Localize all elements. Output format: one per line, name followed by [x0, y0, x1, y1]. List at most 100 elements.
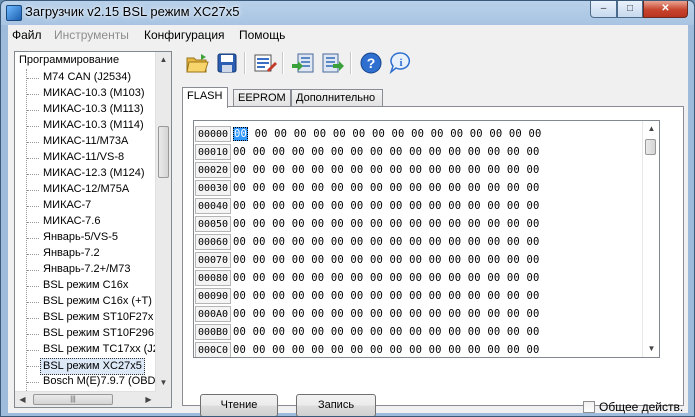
close-button[interactable]: ✕: [643, 1, 688, 18]
tree-item[interactable]: Январь-7.2: [41, 246, 102, 261]
tab-additional[interactable]: Дополнительно: [291, 89, 383, 106]
hex-row: 00030 00 00 00 00 00 00 00 00 00 00 00 00…: [194, 179, 540, 197]
tree-horizontal-scrollbar[interactable]: ◀ ||| ▶: [15, 391, 156, 407]
hex-bytes[interactable]: 00 00 00 00 00 00 00 00 00 00 00 00 00 0…: [233, 326, 540, 338]
hex-bytes[interactable]: 00 00 00 00 00 00 00 00 00 00 00 00 00 0…: [233, 146, 540, 158]
read-button[interactable]: Чтение: [200, 394, 278, 416]
tree-item[interactable]: Bosch M(E)7.9.7 (OBDII): [41, 374, 167, 389]
help-icon[interactable]: ?: [358, 50, 384, 76]
tree-item[interactable]: МИКАС-11/VS-8: [41, 150, 126, 165]
hex-address: 00090: [195, 288, 231, 304]
tree-hscroll-thumb[interactable]: |||: [33, 394, 113, 405]
tree-item[interactable]: Январь-5/VS-5: [41, 230, 120, 245]
maximize-button[interactable]: □: [617, 1, 643, 18]
svg-text:?: ?: [367, 55, 376, 71]
tree-connector-tick: [27, 142, 39, 143]
tree-item[interactable]: МИКАС-7.6: [41, 214, 102, 229]
hex-bytes[interactable]: 00 00 00 00 00 00 00 00 00 00 00 00 00 0…: [233, 182, 540, 194]
hex-bytes[interactable]: 00 00 00 00 00 00 00 00 00 00 00 00 00 0…: [233, 236, 540, 248]
tree-item[interactable]: BSL режим ST10F296: [41, 326, 156, 341]
hex-row: 00090 00 00 00 00 00 00 00 00 00 00 00 00…: [194, 287, 540, 305]
tree-vertical-scrollbar[interactable]: ▲ ▼: [155, 52, 171, 407]
tree-connector-tick: [27, 78, 39, 79]
menu-configuration[interactable]: Конфигурация: [144, 28, 225, 42]
hex-scroll-thumb[interactable]: [645, 139, 656, 155]
hex-address: 00040: [195, 198, 231, 214]
read-ecu-icon[interactable]: [290, 50, 316, 76]
tree-connector-tick: [27, 350, 39, 351]
tree-item[interactable]: МИКАС-7: [41, 198, 93, 213]
menu-help[interactable]: Помощь: [239, 28, 285, 42]
settings-dialog-icon[interactable]: [252, 50, 278, 76]
info-icon[interactable]: i: [388, 50, 414, 76]
tree-connector-tick: [27, 94, 39, 95]
tree-connector-tick: [27, 254, 39, 255]
tree-item[interactable]: МИКАС-10.3 (M103): [41, 86, 147, 101]
tree-item[interactable]: МИКАС-10.3 (M114): [41, 118, 146, 133]
tree-item[interactable]: МИКАС-11/M73A: [41, 134, 130, 149]
tree-connector-tick: [27, 382, 39, 383]
hex-bytes[interactable]: 00 00 00 00 00 00 00 00 00 00 00 00 00 0…: [233, 272, 540, 284]
menu-file[interactable]: Файл: [12, 28, 42, 42]
hex-address: 000B0: [195, 324, 231, 340]
save-icon[interactable]: [214, 50, 240, 76]
tab-eeprom[interactable]: EEPROM: [233, 89, 291, 106]
hex-address: 00010: [195, 144, 231, 160]
tree-connector-tick: [27, 286, 39, 287]
tree-item[interactable]: BSL режим C16x (+T): [41, 294, 154, 309]
write-ecu-icon[interactable]: [320, 50, 346, 76]
tree-connector-tick: [27, 190, 39, 191]
hex-bytes[interactable]: 00 00 00 00 00 00 00 00 00 00 00 00 00 0…: [233, 164, 540, 176]
tree-item[interactable]: Январь-7.2+/M73: [41, 262, 133, 277]
toolbar-separator: [282, 52, 284, 74]
hex-row: 00010 00 00 00 00 00 00 00 00 00 00 00 00…: [194, 143, 540, 161]
tree-connector-tick: [27, 174, 39, 175]
hex-row: 000C0 00 00 00 00 00 00 00 00 00 00 00 00…: [194, 341, 540, 357]
tree-item[interactable]: МИКАС-12/M75A: [41, 182, 131, 197]
write-button[interactable]: Запись: [296, 394, 376, 416]
menu-bar: Файл Инструменты Конфигурация Помощь: [8, 25, 688, 45]
tree-item[interactable]: МИКАС-12.3 (M124): [41, 166, 147, 181]
hex-cursor[interactable]: 00: [233, 127, 249, 141]
scroll-up-arrow-icon[interactable]: ▲: [156, 52, 171, 68]
menu-tools[interactable]: Инструменты: [54, 28, 129, 42]
tree-item[interactable]: МИКАС-10.3 (M113): [41, 102, 146, 117]
title-bar[interactable]: Загрузчик v2.15 BSL режим XC27x5 – □ ✕: [1, 1, 694, 25]
hex-bytes[interactable]: 00 00 00 00 00 00 00 00 00 00 00 00 00 0…: [233, 344, 540, 356]
tree-connector-tick: [27, 318, 39, 319]
tree-root-programming[interactable]: Программирование: [19, 54, 119, 66]
hex-bytes[interactable]: 00 00 00 00 00 00 00 00 00 00 00 00 00 0…: [233, 290, 540, 302]
hex-address: 00000: [195, 126, 231, 142]
tree-item[interactable]: BSL режим XC27x5: [40, 358, 145, 375]
hex-bytes[interactable]: 00 00 00 00 00 00 00 00 00 00 00 00 00 0…: [233, 218, 540, 230]
tab-flash[interactable]: FLASH: [182, 87, 228, 108]
hex-bytes[interactable]: 00 00 00 00 00 00 00 00 00 00 00 00 00 0…: [233, 254, 540, 266]
hex-bytes[interactable]: 00 00 00 00 00 00 00 00 00 00 00 00 00 0…: [233, 308, 540, 320]
hex-address: 00060: [195, 234, 231, 250]
hex-editor[interactable]: 00000 00 00 00 00 00 00 00 00 00 00 00 00…: [193, 120, 660, 358]
hex-bytes[interactable]: 00 00 00 00 00 00 00 00 00 00 00 00 00 0…: [233, 200, 540, 212]
tree-item[interactable]: M74 CAN (J2534): [41, 70, 133, 85]
hex-vertical-scrollbar[interactable]: ▲ ▼: [642, 121, 659, 357]
tree-connector-tick: [27, 126, 39, 127]
hex-bytes[interactable]: 00 00 00 00 00 00 00 00 00 00 00 00 00 0…: [233, 127, 542, 141]
scroll-left-arrow-icon[interactable]: ◀: [15, 392, 30, 407]
tree-item[interactable]: BSL режим C16x: [41, 278, 130, 293]
common-action-label[interactable]: Общее действ.: [599, 400, 683, 414]
hex-address: 000A0: [195, 306, 231, 322]
hex-scroll-down-arrow-icon[interactable]: ▼: [644, 341, 659, 357]
tree-connector-tick: [27, 366, 39, 367]
hex-row: 00020 00 00 00 00 00 00 00 00 00 00 00 00…: [194, 161, 540, 179]
open-folder-icon[interactable]: [184, 50, 210, 76]
hex-scroll-up-arrow-icon[interactable]: ▲: [644, 121, 659, 137]
tree-scroll-thumb[interactable]: [158, 126, 169, 178]
scroll-down-arrow-icon[interactable]: ▼: [156, 375, 171, 391]
tree-item[interactable]: BSL режим TC17xx (J25: [41, 342, 167, 357]
tree-item[interactable]: BSL режим ST10F27x: [41, 310, 155, 325]
scroll-right-arrow-icon[interactable]: ▶: [141, 392, 156, 407]
tree-connector-tick: [27, 270, 39, 271]
hex-address: 00020: [195, 162, 231, 178]
minimize-button[interactable]: –: [590, 1, 617, 18]
common-action-checkbox[interactable]: [583, 401, 595, 413]
device-tree[interactable]: Программирование M74 CAN (J2534) МИКАС-10…: [14, 51, 172, 408]
